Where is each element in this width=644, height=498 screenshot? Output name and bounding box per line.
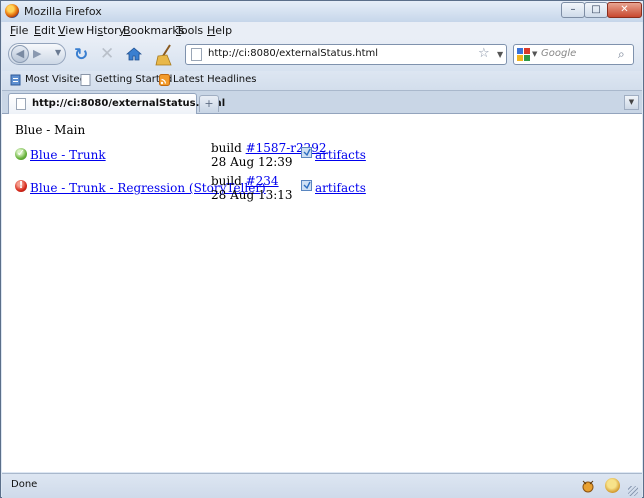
back-forward-group: ◀ ▶ ▼ <box>8 43 66 65</box>
history-dropdown-icon[interactable]: ▼ <box>55 48 61 57</box>
reload-icon[interactable]: ↻ <box>74 45 88 65</box>
address-bar[interactable]: http://ci:8080/externalStatus.html ☆ ▼ <box>185 44 507 65</box>
search-input[interactable]: Google <box>541 48 576 59</box>
checkmark-icon: ✓ <box>15 148 27 160</box>
menu-history[interactable]: History <box>86 24 125 37</box>
group-title: Blue - Main <box>15 123 86 137</box>
tab-list-dropdown-icon[interactable]: ▼ <box>624 95 639 110</box>
bookmark-most-visited[interactable]: Most Visited <box>25 74 86 85</box>
most-visited-icon <box>10 74 21 86</box>
firebug-icon[interactable] <box>580 478 596 493</box>
tab-external-status[interactable]: http://ci:8080/externalStatus.html <box>8 93 225 114</box>
menu-help[interactable]: Help <box>207 24 232 37</box>
menu-file[interactable]: File <box>10 24 28 37</box>
resize-grip-icon[interactable] <box>628 486 638 496</box>
getting-started-icon <box>80 74 91 86</box>
status-text: Done <box>11 479 38 490</box>
build-date: 28 Aug 12:39 <box>211 155 293 169</box>
artifacts-link[interactable]: artifacts <box>315 181 366 195</box>
google-icon[interactable] <box>517 48 530 61</box>
artifacts-icon <box>301 147 312 158</box>
title-bar: Mozilla Firefox – □ ✕ <box>1 1 643 22</box>
page-content: Blue - Main ✓ Blue - Trunk build #1587-r… <box>2 114 642 472</box>
rss-feed-icon <box>159 74 170 86</box>
navigation-toolbar: ◀ ▶ ▼ ↻ ✕ http://ci:8080/externalStatus.… <box>2 39 642 71</box>
minimize-button[interactable]: – <box>561 2 585 18</box>
url-dropdown-icon[interactable]: ▼ <box>497 50 503 59</box>
search-icon[interactable]: ⌕ <box>618 47 625 62</box>
menu-edit[interactable]: Edit <box>34 24 55 37</box>
exclamation-icon: ! <box>15 180 27 192</box>
forward-icon[interactable]: ▶ <box>33 47 41 60</box>
firefox-logo-icon <box>5 4 19 18</box>
bookmarks-toolbar: Most Visited Getting Started Latest Head… <box>2 71 642 91</box>
artifacts-icon <box>301 180 312 191</box>
new-tab-button[interactable]: + <box>199 95 219 112</box>
build-link[interactable]: #234 <box>246 174 279 188</box>
home-icon[interactable] <box>126 47 142 61</box>
maximize-button[interactable]: □ <box>584 2 608 18</box>
build-date: 28 Aug 13:13 <box>211 188 293 202</box>
address-text[interactable]: http://ci:8080/externalStatus.html <box>208 48 378 59</box>
close-button[interactable]: ✕ <box>607 2 642 18</box>
greasemonkey-icon[interactable] <box>605 478 620 493</box>
status-bar: Done <box>2 473 642 498</box>
tab-label: http://ci:8080/externalStatus.html <box>32 98 226 109</box>
build-info: build #234 28 Aug 13:13 <box>211 174 293 202</box>
menu-tools[interactable]: Tools <box>176 24 203 37</box>
browser-window: Mozilla Firefox – □ ✕ File Edit View His… <box>0 0 644 498</box>
build-prefix: build <box>211 174 242 188</box>
window-title: Mozilla Firefox <box>24 5 102 18</box>
bookmark-star-icon[interactable]: ☆ <box>478 46 490 61</box>
broom-icon[interactable] <box>154 43 176 67</box>
build-prefix: build <box>211 141 242 155</box>
menu-view[interactable]: View <box>58 24 84 37</box>
project-link[interactable]: Blue - Trunk <box>30 148 106 162</box>
back-icon[interactable]: ◀ <box>11 45 29 63</box>
search-bar[interactable]: ▼ Google ⌕ <box>513 44 634 65</box>
bookmark-latest-headlines[interactable]: Latest Headlines <box>173 74 257 85</box>
stop-icon[interactable]: ✕ <box>100 44 114 64</box>
menu-bar: File Edit View History Bookmarks Tools H… <box>2 22 642 39</box>
page-icon <box>191 48 202 61</box>
search-engine-dropdown-icon[interactable]: ▼ <box>532 50 537 58</box>
page-icon <box>16 98 26 110</box>
artifacts-link[interactable]: artifacts <box>315 148 366 162</box>
tab-strip: http://ci:8080/externalStatus.html + ▼ <box>2 91 642 114</box>
